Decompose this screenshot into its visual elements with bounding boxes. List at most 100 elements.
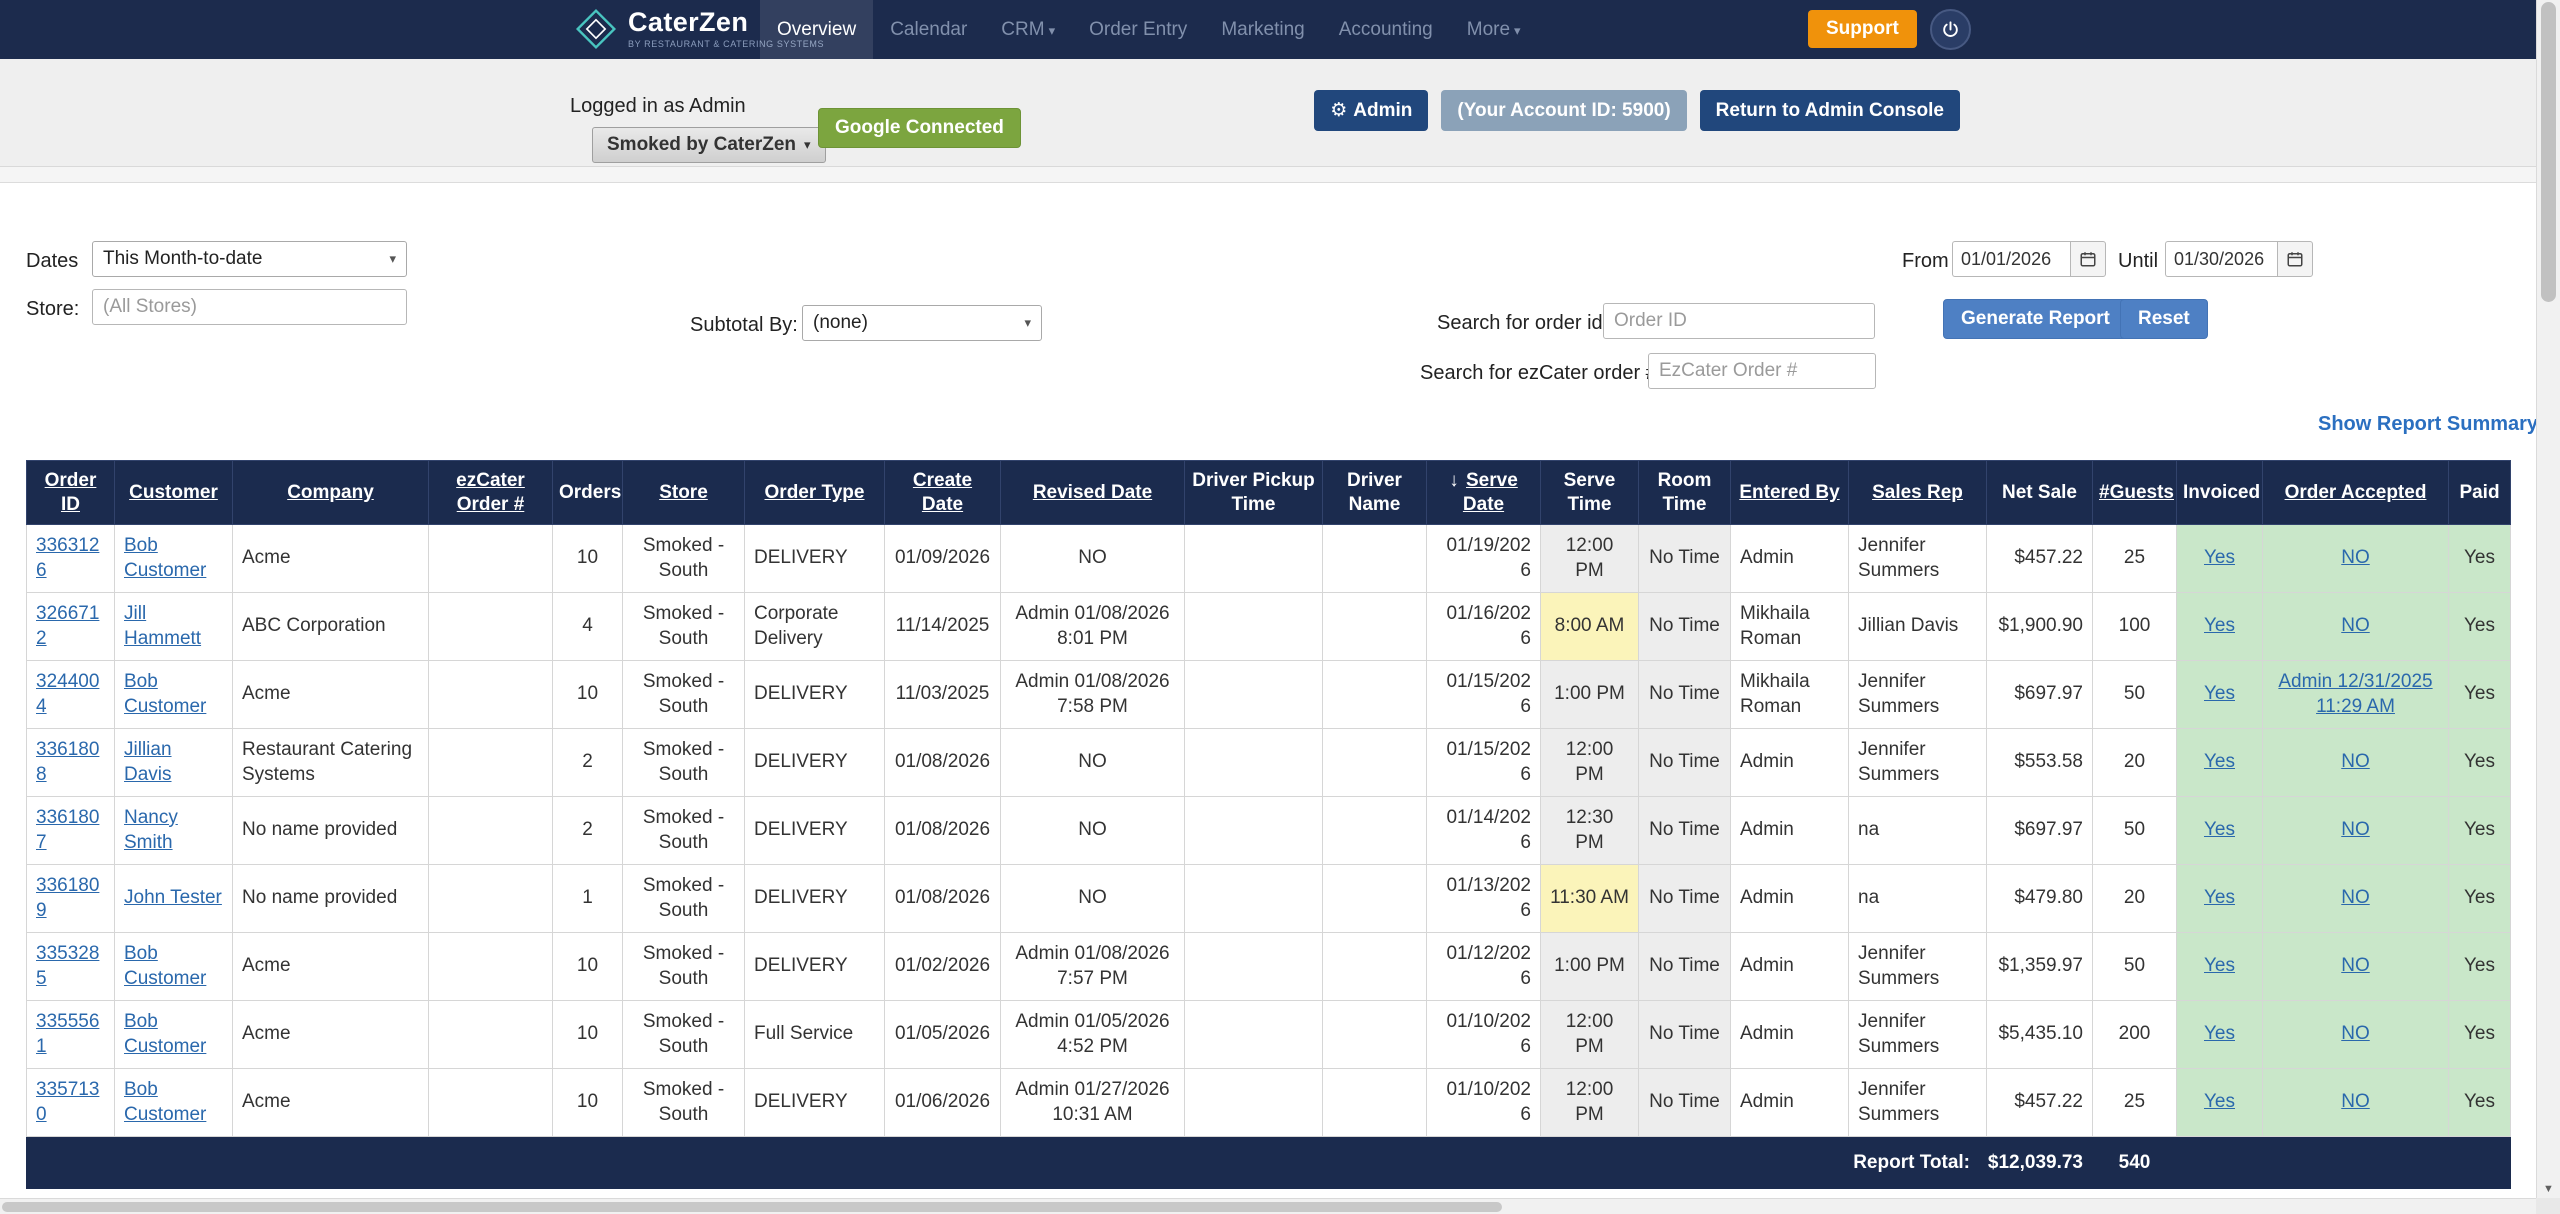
cell-customer: Bob Customer [115,933,233,1001]
horizontal-scrollbar-thumb[interactable] [2,1202,1502,1212]
invoiced-link[interactable]: Yes [2204,819,2235,840]
order-id-link[interactable]: 3361808 [36,739,99,785]
order-id-link[interactable]: 3357130 [36,1079,99,1125]
return-admin-console-button[interactable]: Return to Admin Console [1700,90,1960,131]
cell-serve-time: 1:00 PM [1541,661,1639,729]
column-header-create-date[interactable]: Create Date [885,461,1001,525]
cell-room-time: No Time [1639,593,1731,661]
cell-serve-time: 12:30 PM [1541,797,1639,865]
cell-guests: 25 [2093,525,2177,593]
logout-power-button[interactable] [1930,9,1971,50]
order-accepted-link[interactable]: NO [2341,887,2370,908]
cell-order-id: 3353285 [27,933,115,1001]
column-header-sales-rep[interactable]: Sales Rep [1849,461,1987,525]
customer-link[interactable]: Bob Customer [124,535,206,581]
cell-sales-rep: Jennifer Summers [1849,933,1987,1001]
dates-select[interactable]: This Month-to-date ▾ [92,241,407,277]
column-header-revised-date[interactable]: Revised Date [1001,461,1185,525]
column-header-order-id[interactable]: Order ID [27,461,115,525]
invoiced-link[interactable]: Yes [2204,683,2235,704]
generate-report-button[interactable]: Generate Report [1943,299,2128,339]
store-input[interactable] [92,289,407,325]
column-header-customer[interactable]: Customer [115,461,233,525]
customer-link[interactable]: Jillian Davis [124,739,172,785]
order-accepted-link[interactable]: Admin 12/31/2025 11:29 AM [2278,671,2432,717]
nav-item-accounting[interactable]: Accounting [1322,0,1450,59]
admin-button[interactable]: ⚙Admin [1314,90,1428,131]
invoiced-link[interactable]: Yes [2204,751,2235,772]
order-accepted-link[interactable]: NO [2341,547,2370,568]
order-id-link[interactable]: 3266712 [36,603,99,649]
search-ezcater-input[interactable] [1648,353,1876,389]
vertical-scrollbar-thumb[interactable] [2541,2,2556,302]
column-header-store[interactable]: Store [623,461,745,525]
customer-link[interactable]: Jill Hammett [124,603,201,649]
order-id-link[interactable]: 3355561 [36,1011,99,1057]
reset-button[interactable]: Reset [2120,299,2208,339]
cell-order-id: 3355561 [27,1001,115,1069]
order-id-link[interactable]: 3353285 [36,943,99,989]
order-id-link[interactable]: 3363126 [36,535,99,581]
order-id-link[interactable]: 3361809 [36,875,99,921]
google-connected-button[interactable]: Google Connected [818,108,1021,148]
order-accepted-link[interactable]: NO [2341,955,2370,976]
from-calendar-button[interactable] [2070,241,2106,277]
order-accepted-link[interactable]: NO [2341,1023,2370,1044]
order-id-link[interactable]: 3244004 [36,671,99,717]
column-header-entered-by[interactable]: Entered By [1731,461,1849,525]
until-calendar-button[interactable] [2277,241,2313,277]
cell-paid: Yes [2449,1069,2511,1137]
cell-create-date: 01/06/2026 [885,1069,1001,1137]
cell-sales-rep: na [1849,797,1987,865]
order-accepted-link[interactable]: NO [2341,1091,2370,1112]
column-header-guests[interactable]: #Guests [2093,461,2177,525]
support-button[interactable]: Support [1808,10,1917,48]
account-id-button[interactable]: (Your Account ID: 5900) [1441,90,1686,131]
customer-link[interactable]: John Tester [124,887,222,908]
cell-order-type: DELIVERY [745,661,885,729]
vertical-scrollbar[interactable]: ▲ ▼ [2536,0,2560,1198]
nav-item-crm[interactable]: CRM▾ [984,0,1072,59]
nav-item-calendar[interactable]: Calendar [873,0,984,59]
from-date-input[interactable] [1952,241,2070,277]
column-header-company[interactable]: Company [233,461,429,525]
nav-item-order-entry[interactable]: Order Entry [1072,0,1204,59]
invoiced-link[interactable]: Yes [2204,1023,2235,1044]
order-accepted-link[interactable]: NO [2341,751,2370,772]
cell-driver-pickup [1185,797,1323,865]
invoiced-link[interactable]: Yes [2204,1091,2235,1112]
invoiced-link[interactable]: Yes [2204,887,2235,908]
store-selector-dropdown[interactable]: Smoked by CaterZen ▾ [592,127,826,163]
nav-item-label: Marketing [1221,19,1304,40]
order-id-link[interactable]: 3361807 [36,807,99,853]
invoiced-link[interactable]: Yes [2204,547,2235,568]
scroll-down-icon[interactable]: ▼ [2537,1183,2560,1195]
column-header-order-accepted[interactable]: Order Accepted [2263,461,2449,525]
column-header-serve-date[interactable]: ↓ Serve Date [1427,461,1541,525]
invoiced-link[interactable]: Yes [2204,615,2235,636]
order-accepted-link[interactable]: NO [2341,615,2370,636]
column-header-serve-time: Serve Time [1541,461,1639,525]
subtotal-by-select[interactable]: (none) ▾ [802,305,1042,341]
column-header-order-type[interactable]: Order Type [745,461,885,525]
nav-item-marketing[interactable]: Marketing [1204,0,1321,59]
column-header-ezcater[interactable]: ezCater Order # [429,461,553,525]
horizontal-scrollbar[interactable] [0,1198,2536,1214]
search-order-id-input[interactable] [1603,303,1875,339]
customer-link[interactable]: Nancy Smith [124,807,178,853]
cell-driver-name [1323,525,1427,593]
cell-driver-pickup [1185,593,1323,661]
customer-link[interactable]: Bob Customer [124,943,206,989]
customer-link[interactable]: Bob Customer [124,1079,206,1125]
until-date-input[interactable] [2165,241,2277,277]
invoiced-link[interactable]: Yes [2204,955,2235,976]
cell-store: Smoked - South [623,933,745,1001]
show-report-summary-link[interactable]: Show Report Summary [2318,413,2538,436]
cell-customer: Bob Customer [115,1069,233,1137]
nav-item-more[interactable]: More▾ [1450,0,1538,59]
customer-link[interactable]: Bob Customer [124,671,206,717]
order-accepted-link[interactable]: NO [2341,819,2370,840]
cell-invoiced: Yes [2177,729,2263,797]
customer-link[interactable]: Bob Customer [124,1011,206,1057]
nav-item-overview[interactable]: Overview [760,0,873,59]
